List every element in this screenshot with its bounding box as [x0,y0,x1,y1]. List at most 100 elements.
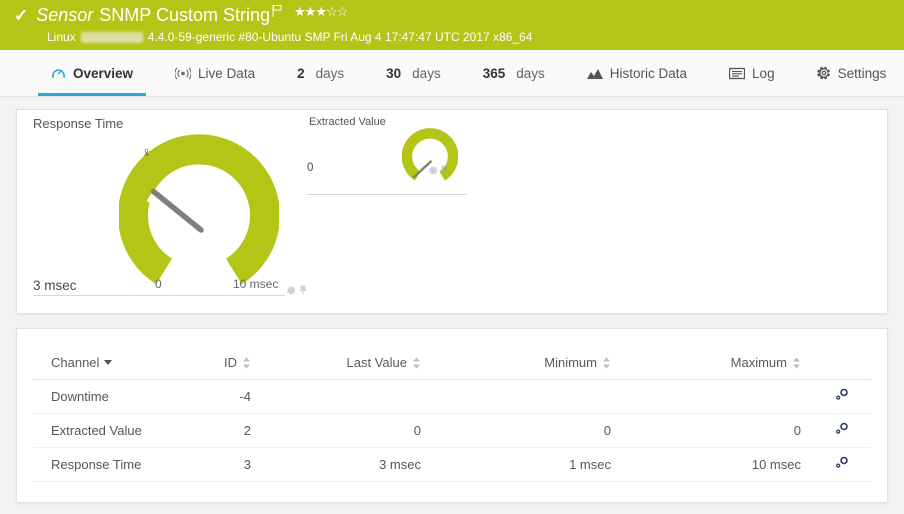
cell-last-value: 0 [261,414,431,448]
gauge-response-time: Response Time x̄ 3 msec 0 10 msec [27,116,289,302]
tab-label: Live Data [198,66,255,81]
table-header: Channel ID [33,349,871,380]
gauge-tools[interactable] [287,283,307,298]
table-row[interactable]: Response Time 3 3 msec 1 msec 10 msec [33,448,871,482]
star-filled: ★ [315,4,326,19]
checkmark-icon: ✓ [14,7,28,24]
column-header-channel[interactable]: Channel [33,349,173,380]
star-empty: ☆ [337,4,348,19]
subtitle-suffix: 4.4.0-59-generic #80-Ubuntu SMP Fri Aug … [148,30,533,44]
tab-live-data[interactable]: Live Data [154,50,276,96]
channels-card: Channel ID [16,328,888,503]
gear-icon[interactable] [429,163,438,178]
gauge-current-value: 3 msec [33,278,77,293]
cell-minimum: 1 msec [431,448,621,482]
response-time-gauge-graphic [119,134,279,294]
row-settings-button[interactable] [811,414,871,448]
table-row[interactable]: Extracted Value 2 0 0 0 [33,414,871,448]
gauge-icon [51,66,66,81]
tab-overview[interactable]: Overview [30,50,154,96]
table-header-row: Channel ID [33,349,871,380]
tab-days-unit: days [316,66,345,81]
main-content: Response Time x̄ 3 msec 0 10 msec [0,97,904,503]
log-icon [729,67,745,80]
tab-settings[interactable]: Settings [796,50,904,96]
tab-30-days[interactable]: 30 days [365,50,462,96]
gauge-title: Response Time [33,116,289,131]
settings-icon [834,456,849,470]
gauge-current-value: 0 [307,162,313,174]
column-label: ID [224,355,237,370]
star-empty: ☆ [326,4,337,19]
gauge-scale-bar: 3 msec 0 10 msec [33,277,285,296]
column-label: Last Value [347,355,407,370]
row-settings-button[interactable] [811,448,871,482]
cell-channel: Response Time [33,448,173,482]
mean-marker-label: x̄ [144,148,149,159]
column-header-last-value[interactable]: Last Value [261,349,431,380]
cell-minimum [431,380,621,414]
cell-id: 3 [173,448,261,482]
pin-icon[interactable] [299,283,307,298]
column-label: Minimum [544,355,597,370]
sensor-subtitle: Linux 4.4.0-59-generic #80-Ubuntu SMP Fr… [0,29,904,45]
header-title-row: ✓ Sensor SNMP Custom String ★★★☆☆ [0,4,904,27]
gauge-extracted-value: Extracted Value 0 [307,116,479,200]
tab-days-number: 2 [297,66,305,81]
flag-icon[interactable] [272,5,282,17]
column-header-actions [811,349,871,380]
column-header-minimum[interactable]: Minimum [431,349,621,380]
table-body: Downtime -4 Extracted Value 2 0 [33,380,871,482]
gauge-tools[interactable] [429,163,448,178]
gear-icon [817,66,831,80]
tab-days-unit: days [412,66,441,81]
gauge-scale-min: 0 [155,277,162,291]
settings-icon [834,388,849,402]
tab-365-days[interactable]: 365 days [462,50,566,96]
tab-days-unit: days [516,66,545,81]
sort-both-icon [792,357,801,369]
cell-last-value: 3 msec [261,448,431,482]
subtitle-prefix: Linux [47,30,76,44]
cell-maximum [621,380,811,414]
gauge-title: Extracted Value [309,116,479,128]
page-title: SNMP Custom String [99,5,270,26]
tab-days-number: 365 [483,66,506,81]
settings-icon [834,422,849,436]
sensor-type-label: Sensor [36,5,93,26]
sort-both-icon [412,357,421,369]
table-row[interactable]: Downtime -4 [33,380,871,414]
tab-label: Overview [73,66,133,81]
pin-icon[interactable] [440,163,448,178]
tab-label: Log [752,66,775,81]
row-settings-button[interactable] [811,380,871,414]
tab-bar: Overview Live Data 2 days 30 days 365 da… [0,50,904,97]
column-header-id[interactable]: ID [173,349,261,380]
redacted-hostname [81,32,143,43]
sort-desc-icon [104,360,112,365]
gauges-card: Response Time x̄ 3 msec 0 10 msec [16,109,888,314]
channels-table: Channel ID [33,349,871,482]
tab-days-number: 30 [386,66,401,81]
gauge-scale-bar [307,178,467,195]
priority-rating[interactable]: ★★★☆☆ [294,5,347,18]
cell-id: 2 [173,414,261,448]
tab-label: Settings [838,66,887,81]
star-filled: ★ [294,4,305,19]
cell-id: -4 [173,380,261,414]
tab-2-days[interactable]: 2 days [276,50,365,96]
tab-log[interactable]: Log [708,50,796,96]
sort-both-icon [602,357,611,369]
gear-icon[interactable] [287,283,296,298]
tab-label: Historic Data [610,66,687,81]
sort-both-icon [242,357,251,369]
cell-last-value [261,380,431,414]
gauge-scale-max: 10 msec [233,277,278,291]
chart-icon [587,67,603,80]
cell-channel: Extracted Value [33,414,173,448]
tab-historic-data[interactable]: Historic Data [566,50,708,96]
column-label: Channel [51,355,99,370]
cell-channel: Downtime [33,380,173,414]
cell-maximum: 10 msec [621,448,811,482]
column-header-maximum[interactable]: Maximum [621,349,811,380]
